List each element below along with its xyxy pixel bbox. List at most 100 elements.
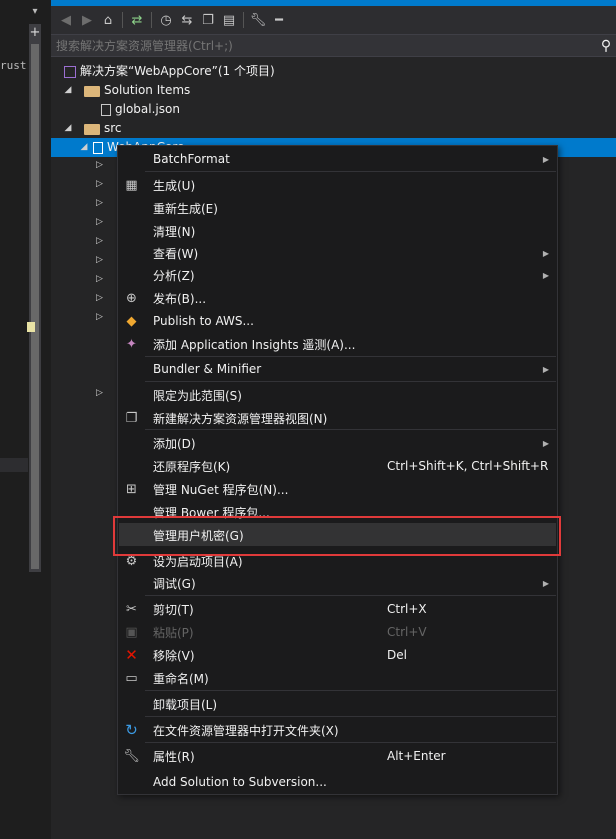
toolbar-separator xyxy=(122,12,123,28)
solution-explorer-toolbar: ◀ ▶ ⌂ ⇄ ◷ ⇆ ❐ ▤ 🔧︎ ━ xyxy=(51,6,616,34)
expand-arrow-icon[interactable]: ▷ xyxy=(96,236,106,246)
menu-item-rebuild[interactable]: 重新生成(E) xyxy=(118,197,557,219)
menu-separator xyxy=(145,742,556,743)
lightbulb-icon: ✦ xyxy=(126,336,137,352)
toolbar-separator xyxy=(151,12,152,28)
chevron-down-icon[interactable]: ▾ xyxy=(29,6,41,20)
src-label: src xyxy=(104,121,122,135)
menu-item-manage-nuget[interactable]: ⊞ 管理 NuGet 程序包(N)... xyxy=(118,478,557,500)
menu-item-new-view[interactable]: ❐ 新建解决方案资源管理器视图(N) xyxy=(118,407,557,429)
expand-arrow-icon[interactable]: ▷ xyxy=(96,179,106,189)
menu-item-publish[interactable]: ⊕ 发布(B)... xyxy=(118,287,557,309)
solution-label: 解决方案“WebAppCore”(1 个项目) xyxy=(80,64,275,78)
global-json-label: global.json xyxy=(115,102,180,116)
show-all-files-icon[interactable]: ▤ xyxy=(220,11,238,29)
menu-item-batchformat[interactable]: BatchFormat ▶ xyxy=(118,148,557,170)
expand-arrow-icon[interactable]: ▷ xyxy=(96,217,106,227)
pane-divider xyxy=(0,458,28,472)
tree-item-global-json[interactable]: global.json xyxy=(98,100,180,119)
menu-item-properties[interactable]: 🔧︎ 属性(R) Alt+Enter xyxy=(118,745,557,767)
expand-arrow-icon[interactable]: ▷ xyxy=(96,293,106,303)
expand-arrow-icon[interactable]: ▷ xyxy=(96,274,106,284)
menu-item-restore-packages[interactable]: 还原程序包(K) Ctrl+Shift+K, Ctrl+Shift+R xyxy=(118,455,557,477)
scissors-icon: ✂ xyxy=(126,601,137,617)
menu-separator xyxy=(145,595,556,596)
menu-item-debug[interactable]: 调试(G) ▶ xyxy=(118,572,557,594)
menu-item-scope[interactable]: 限定为此范围(S) xyxy=(118,384,557,406)
expand-arrow-icon[interactable]: ◢ xyxy=(62,81,74,100)
search-bar: ⚲ xyxy=(51,34,616,57)
history-icon[interactable]: ◷ xyxy=(157,11,175,29)
forward-icon[interactable]: ▶ xyxy=(78,11,96,29)
expand-arrow-icon[interactable]: ▷ xyxy=(96,255,106,265)
expand-arrow-icon[interactable]: ▷ xyxy=(96,388,106,398)
submenu-arrow-icon: ▶ xyxy=(542,270,549,280)
menu-item-add-to-subversion[interactable]: Add Solution to Subversion... xyxy=(118,771,557,793)
package-icon: ⊞ xyxy=(126,481,137,497)
globe-icon: ⊕ xyxy=(126,290,137,306)
submenu-arrow-icon: ▶ xyxy=(542,364,549,374)
menu-item-remove[interactable]: ✕ 移除(V) Del xyxy=(118,644,557,666)
search-icon[interactable]: ⚲ xyxy=(596,38,616,54)
file-icon xyxy=(101,103,111,116)
menu-item-paste[interactable]: ▣ 粘贴(P) Ctrl+V xyxy=(118,621,557,643)
menu-item-app-insights[interactable]: ✦ 添加 Application Insights 遥测(A)... xyxy=(118,333,557,355)
tree-item-solution-items[interactable]: ◢ Solution Items xyxy=(62,81,190,100)
menu-item-cut[interactable]: ✂ 剪切(T) Ctrl+X xyxy=(118,598,557,620)
expand-arrow-icon[interactable]: ▷ xyxy=(96,198,106,208)
folder-icon xyxy=(84,86,100,97)
submenu-arrow-icon: ▶ xyxy=(542,154,549,164)
scroll-marker xyxy=(27,322,35,332)
switch-views-icon[interactable]: ⇆ xyxy=(178,11,196,29)
code-snippet: rust xyxy=(0,59,27,72)
menu-item-publish-aws[interactable]: ◆ Publish to AWS... xyxy=(118,310,557,332)
editor-scroll-thumb[interactable] xyxy=(31,44,39,569)
solution-items-label: Solution Items xyxy=(104,83,191,97)
close-icon: ✕ xyxy=(125,646,138,664)
refresh-arrow-icon: ↻ xyxy=(125,721,138,739)
submenu-arrow-icon: ▶ xyxy=(542,248,549,258)
menu-item-rename[interactable]: ▭ 重命名(M) xyxy=(118,667,557,689)
back-icon[interactable]: ◀ xyxy=(57,11,75,29)
search-input[interactable] xyxy=(51,34,596,57)
output-pane xyxy=(0,472,28,839)
expand-arrow-icon[interactable]: ▷ xyxy=(96,160,106,170)
menu-separator xyxy=(145,381,556,382)
solution-icon xyxy=(64,65,76,78)
menu-item-analyze[interactable]: 分析(Z) ▶ xyxy=(118,264,557,286)
menu-separator xyxy=(145,356,556,357)
collapse-all-icon[interactable]: ❐ xyxy=(199,11,217,29)
menu-item-bundler[interactable]: Bundler & Minifier ▶ xyxy=(118,358,557,380)
sync-icon[interactable]: ⇄ xyxy=(128,11,146,29)
menu-item-add[interactable]: 添加(D) ▶ xyxy=(118,432,557,454)
menu-separator xyxy=(145,429,556,430)
menu-item-clean[interactable]: 清理(N) xyxy=(118,220,557,242)
menu-item-unload-project[interactable]: 卸载项目(L) xyxy=(118,693,557,715)
home-icon[interactable]: ⌂ xyxy=(99,11,117,29)
submenu-arrow-icon: ▶ xyxy=(542,578,549,588)
wrench-icon: 🔧︎ xyxy=(123,748,140,764)
menu-separator xyxy=(145,690,556,691)
tree-item-solution[interactable]: 解决方案“WebAppCore”(1 个项目) xyxy=(62,62,275,81)
expand-arrow-icon[interactable]: ◢ xyxy=(62,119,74,138)
menu-item-open-folder[interactable]: ↻ 在文件资源管理器中打开文件夹(X) xyxy=(118,719,557,741)
pin-icon[interactable]: ━ xyxy=(270,11,288,29)
highlight-annotation-box xyxy=(113,516,561,556)
aws-icon: ◆ xyxy=(126,313,137,329)
toolbar-separator xyxy=(243,12,244,28)
folder-icon xyxy=(84,124,100,135)
menu-item-view[interactable]: 查看(W) ▶ xyxy=(118,242,557,264)
menu-separator xyxy=(145,716,556,717)
clipboard-icon: ▣ xyxy=(125,624,138,640)
build-icon: ▦ xyxy=(125,177,138,193)
expand-arrow-icon[interactable]: ◢ xyxy=(78,138,90,157)
tree-item-src[interactable]: ◢ src xyxy=(62,119,122,138)
properties-icon[interactable]: 🔧︎ xyxy=(249,11,267,29)
menu-item-build[interactable]: ▦ 生成(U) xyxy=(118,174,557,196)
split-icon[interactable]: + xyxy=(29,26,41,40)
expand-arrow-icon[interactable]: ▷ xyxy=(96,312,106,322)
rename-icon: ▭ xyxy=(125,670,138,686)
web-project-icon xyxy=(93,141,103,154)
menu-separator xyxy=(145,171,556,172)
submenu-arrow-icon: ▶ xyxy=(542,438,549,448)
